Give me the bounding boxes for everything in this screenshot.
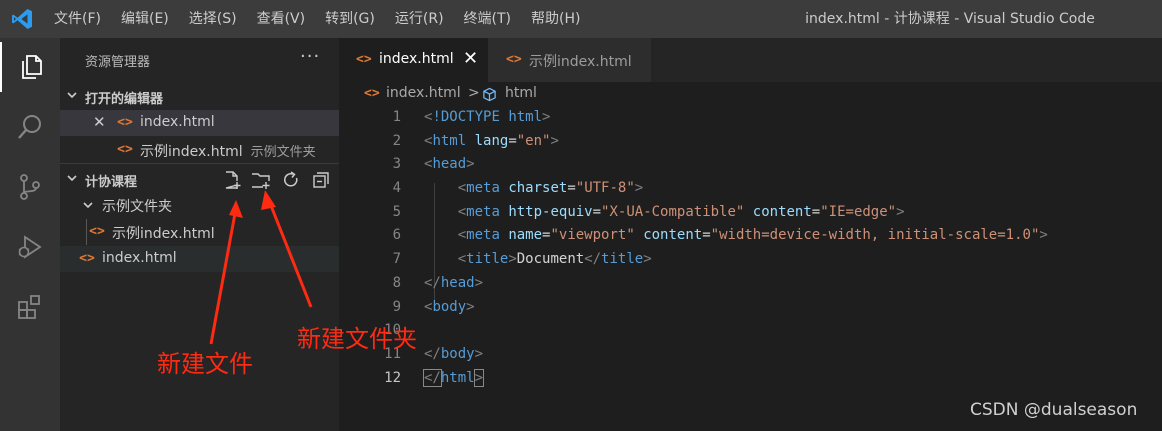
activity-source-control[interactable]: [0, 162, 60, 212]
code-line[interactable]: <html lang="en">: [424, 130, 1048, 154]
tab-bar: <> index.html ✕ <> 示例index.html: [339, 38, 1162, 82]
code-line[interactable]: <!DOCTYPE html>: [424, 106, 1048, 130]
open-editor-item-index[interactable]: ✕ <> index.html: [60, 110, 339, 136]
line-number: 4: [392, 180, 401, 197]
menu-terminal[interactable]: 终端(T): [454, 0, 521, 38]
close-icon[interactable]: ✕: [93, 113, 106, 131]
workspace-section[interactable]: 计协课程: [60, 166, 339, 192]
tree-folder-label: 示例文件夹: [102, 199, 172, 215]
code-line[interactable]: </head>: [424, 272, 1048, 296]
breadcrumb-separator: >: [468, 85, 480, 101]
tree-folder-example[interactable]: 示例文件夹: [60, 192, 339, 218]
activity-explorer[interactable]: [0, 42, 62, 92]
menu-go[interactable]: 转到(G): [315, 0, 385, 38]
window-title: index.html - 计协课程 - Visual Studio Code: [805, 11, 1095, 27]
menu-file[interactable]: 文件(F): [44, 0, 111, 38]
line-number: 9: [392, 298, 401, 315]
code-line[interactable]: <meta name="viewport" content="width=dev…: [424, 224, 1048, 248]
new-folder-icon[interactable]: [251, 170, 271, 190]
explorer-header: 资源管理器 ···: [60, 38, 339, 80]
vscode-logo-icon: [12, 9, 32, 29]
line-number: 7: [392, 251, 401, 268]
watermark: CSDN @dualseason: [970, 400, 1138, 420]
line-number-current: 12: [384, 369, 401, 386]
search-icon: [18, 115, 41, 139]
open-editor-folder-desc: 示例文件夹: [250, 145, 316, 160]
chevron-down-icon: [67, 92, 77, 99]
activity-run-debug[interactable]: [0, 222, 60, 272]
symbol-element-icon: [483, 87, 496, 102]
html-file-icon: <>: [506, 52, 522, 67]
tab-label: 示例index.html: [529, 54, 632, 70]
indent-guide: [86, 219, 87, 245]
html-file-icon: <>: [117, 142, 133, 157]
line-number: 5: [392, 203, 401, 220]
open-editors-section[interactable]: 打开的编辑器: [60, 83, 339, 109]
refresh-icon[interactable]: [281, 170, 301, 190]
workspace-label: 计协课程: [85, 175, 138, 190]
code-line[interactable]: <body>: [424, 296, 1048, 320]
menu-selection[interactable]: 选择(S): [179, 0, 247, 38]
open-editor-label: 示例index.html: [140, 144, 243, 160]
tab-label: index.html: [379, 51, 454, 67]
activity-extensions[interactable]: [0, 282, 60, 332]
source-control-icon: [20, 174, 40, 200]
chevron-down-icon: [83, 202, 93, 209]
html-file-icon: <>: [356, 52, 372, 67]
line-number: 1: [392, 109, 401, 125]
code-text[interactable]: <!DOCTYPE html> <html lang="en"> <head> <m…: [423, 106, 1048, 391]
line-number: 3: [392, 156, 401, 173]
tree-file-label: 示例index.html: [112, 226, 215, 242]
open-editors-label: 打开的编辑器: [85, 92, 164, 107]
menu-bar: 文件(F) 编辑(E) 选择(S) 查看(V) 转到(G) 运行(R) 终端(T…: [44, 0, 590, 38]
new-file-icon[interactable]: [222, 170, 242, 190]
explorer-title: 资源管理器: [85, 55, 151, 70]
more-actions-icon[interactable]: ···: [300, 46, 320, 67]
code-line[interactable]: <meta charset="UTF-8">: [424, 177, 1048, 201]
html-file-icon: <>: [79, 251, 95, 266]
code-line[interactable]: [424, 319, 1048, 343]
editor-area: <> index.html ✕ <> 示例index.html <> index…: [339, 38, 1162, 431]
explorer-icon: [22, 55, 42, 79]
chevron-down-icon: [67, 175, 77, 182]
line-number: 8: [392, 274, 401, 291]
line-number: 2: [392, 132, 401, 149]
activity-search[interactable]: [0, 102, 60, 152]
title-bar: 文件(F) 编辑(E) 选择(S) 查看(V) 转到(G) 运行(R) 终端(T…: [0, 0, 1162, 38]
html-file-icon: <>: [89, 224, 105, 239]
annotation-new-file: 新建文件: [157, 350, 253, 378]
tab-index-html[interactable]: <> index.html ✕: [339, 38, 488, 82]
breadcrumb: <> index.html > html: [339, 82, 1162, 106]
tree-file-example-index[interactable]: <> 示例index.html: [60, 219, 339, 245]
code-line[interactable]: </html>: [423, 367, 1048, 391]
tree-file-label: index.html: [102, 250, 177, 266]
html-file-icon: <>: [364, 86, 380, 101]
run-debug-icon: [18, 235, 42, 259]
breadcrumb-symbol[interactable]: html: [505, 85, 537, 101]
menu-edit[interactable]: 编辑(E): [111, 0, 179, 38]
menu-help[interactable]: 帮助(H): [521, 0, 590, 38]
extensions-icon: [18, 295, 40, 319]
section-divider: [60, 163, 339, 164]
code-line[interactable]: <title>Document</title>: [424, 248, 1048, 272]
tab-example-index-html[interactable]: <> 示例index.html: [488, 38, 651, 82]
close-icon[interactable]: ✕: [463, 48, 478, 69]
code-line[interactable]: <meta http-equiv="X-UA-Compatible" conte…: [424, 201, 1048, 225]
html-file-icon: <>: [117, 115, 133, 130]
activity-bar: [0, 38, 60, 431]
tree-file-index[interactable]: <> index.html: [60, 246, 339, 272]
menu-run[interactable]: 运行(R): [385, 0, 454, 38]
code-line[interactable]: </body>: [424, 343, 1048, 367]
line-number: 6: [392, 227, 401, 244]
breadcrumb-file[interactable]: index.html: [386, 85, 461, 101]
collapse-all-icon[interactable]: [311, 170, 331, 190]
open-editor-item-example[interactable]: <> 示例index.html 示例文件夹: [60, 137, 339, 163]
menu-view[interactable]: 查看(V): [247, 0, 316, 38]
open-editor-label: index.html: [140, 114, 215, 130]
code-line[interactable]: <head>: [424, 153, 1048, 177]
annotation-new-folder: 新建文件夹: [297, 325, 417, 353]
